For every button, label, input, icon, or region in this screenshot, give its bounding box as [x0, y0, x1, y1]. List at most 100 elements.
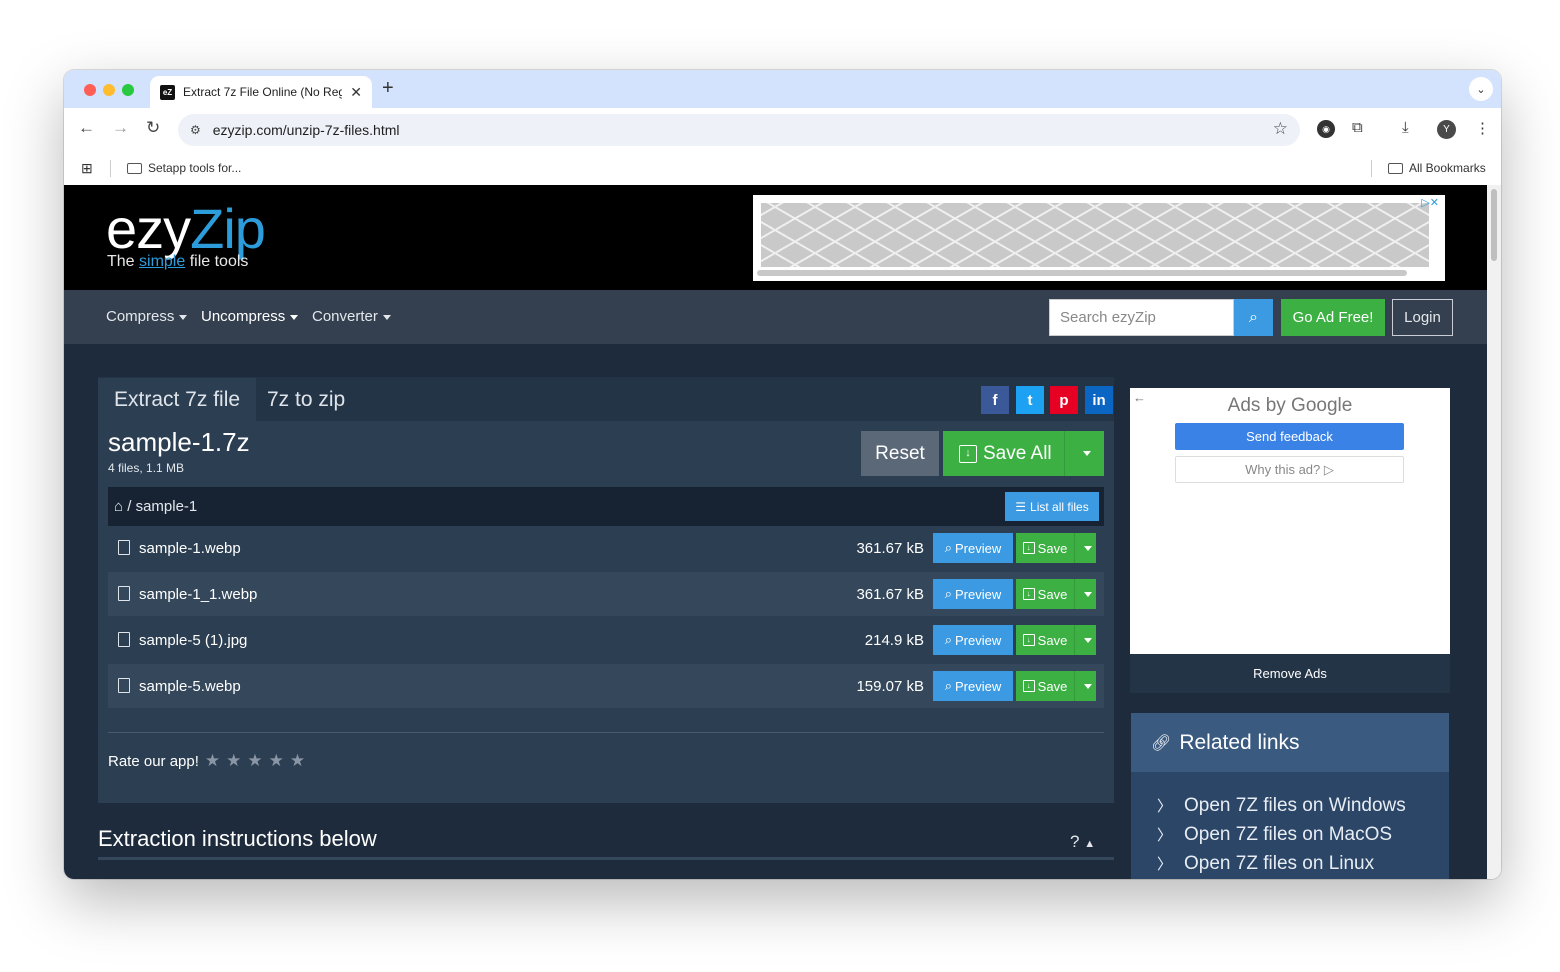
remove-ads-link[interactable]: Remove Ads [1130, 654, 1450, 693]
reload-icon[interactable]: ↻ [146, 118, 160, 138]
minimize-window-button[interactable] [103, 84, 115, 96]
address-bar[interactable]: ⚙ ezyzip.com/unzip-7z-files.html ☆ [178, 114, 1300, 146]
nav-converter[interactable]: Converter [312, 308, 391, 325]
extensions-puzzle-icon[interactable]: ⧉ [1352, 119, 1363, 136]
search-button[interactable]: ⌕ [1234, 299, 1273, 336]
file-name[interactable]: sample-5 (1).jpg [139, 632, 247, 649]
tab-close-icon[interactable]: ✕ [350, 84, 362, 101]
banner-ad-scrollbar[interactable] [757, 270, 1407, 276]
close-window-button[interactable] [84, 84, 96, 96]
star-icon[interactable]: ★ [269, 751, 284, 770]
save-dropdown[interactable] [1074, 671, 1096, 701]
save-button[interactable]: ↓ Save [1016, 671, 1096, 701]
tab-search-icon[interactable]: ⌄ [1469, 77, 1493, 101]
search-input[interactable]: Search ezyZip [1049, 299, 1234, 336]
file-name[interactable]: sample-1.webp [139, 540, 241, 557]
star-icon[interactable]: ★ [226, 751, 241, 770]
adchoices-close-icon[interactable]: ▷✕ [1421, 196, 1439, 209]
menu-kebab-icon[interactable]: ⋮ [1475, 119, 1490, 137]
related-link-item[interactable]: 〉 Open 7Z files on Windows [1157, 795, 1406, 817]
magnifier-icon: ⌕ [944, 632, 953, 647]
apps-grid-icon[interactable]: ⊞ [81, 160, 93, 177]
caret-down-icon [1084, 545, 1092, 551]
bookmark-label: Setapp tools for... [148, 161, 242, 175]
facebook-share-icon[interactable]: f [981, 386, 1009, 414]
bookmark-star-icon[interactable]: ☆ [1273, 119, 1288, 139]
banner-ad-image [761, 203, 1429, 267]
chevron-right-icon: 〉 [1157, 798, 1173, 815]
related-links-header: 🔗︎ Related links [1131, 713, 1449, 772]
home-icon[interactable]: ⌂ [114, 498, 123, 515]
list-all-files-button[interactable]: ☰ List all files [1005, 492, 1099, 521]
extension-icon[interactable]: ◉ [1317, 120, 1335, 138]
new-tab-button[interactable]: + [382, 77, 394, 100]
related-link-item[interactable]: 〉 Open 7Z files on Linux [1157, 853, 1374, 875]
scroll-thumb[interactable] [1491, 189, 1497, 261]
preview-button[interactable]: ⌕ Preview [933, 579, 1013, 609]
go-ad-free-button[interactable]: Go Ad Free! [1281, 299, 1385, 336]
save-dropdown[interactable] [1074, 533, 1096, 563]
save-icon: ↓ [1022, 588, 1035, 600]
bookmarks-bar: ⊞ Setapp tools for... All Bookmarks [64, 152, 1501, 185]
tab-7z-to-zip[interactable]: 7z to zip [251, 378, 361, 421]
section-divider [108, 732, 1104, 733]
file-icon [118, 632, 130, 647]
tab-title: Extract 7z File Online (No Reg [183, 85, 343, 99]
linkedin-share-icon[interactable]: in [1085, 386, 1113, 414]
download-icon[interactable]: ⤓ [1402, 119, 1409, 136]
preview-button[interactable]: ⌕ Preview [933, 625, 1013, 655]
star-icon[interactable]: ★ [205, 751, 220, 770]
bookmark-separator [110, 160, 111, 177]
tab-extract-7z[interactable]: Extract 7z file [98, 378, 257, 421]
star-icon[interactable]: ★ [247, 751, 262, 770]
caret-down-icon [1084, 591, 1092, 597]
magnifier-icon: ⌕ [944, 586, 953, 601]
login-button[interactable]: Login [1392, 299, 1453, 336]
chevron-right-icon: 〉 [1157, 856, 1173, 873]
browser-tab[interactable]: eZ Extract 7z File Online (No Reg ✕ [150, 76, 372, 108]
save-icon: ↓ [1022, 542, 1035, 554]
caret-down-icon [382, 314, 391, 320]
pinterest-share-icon[interactable]: p [1050, 386, 1078, 414]
save-button[interactable]: ↓ Save [1016, 533, 1096, 563]
site-settings-icon[interactable]: ⚙ [190, 123, 201, 137]
bookmark-setapp[interactable]: Setapp tools for... [127, 161, 241, 175]
banner-ad[interactable]: ▷✕ [753, 195, 1445, 281]
breadcrumb-folder[interactable]: / sample-1 [127, 498, 197, 515]
nav-compress[interactable]: Compress [106, 308, 188, 325]
maximize-window-button[interactable] [122, 84, 134, 96]
save-dropdown[interactable] [1074, 625, 1096, 655]
file-size: 159.07 kB [856, 678, 924, 695]
file-name[interactable]: sample-1_1.webp [139, 586, 257, 603]
preview-button[interactable]: ⌕ Preview [933, 671, 1013, 701]
save-button[interactable]: ↓ Save [1016, 579, 1096, 609]
page-scrollbar[interactable] [1487, 185, 1501, 879]
star-icon[interactable]: ★ [290, 751, 305, 770]
ezyzip-logo[interactable]: ezyZip [106, 197, 266, 261]
file-icon [118, 540, 130, 555]
link-icon: 🔗︎ [1151, 734, 1172, 752]
related-links-list: 〉 Open 7Z files on Windows 〉 Open 7Z files… [1131, 772, 1449, 879]
why-this-ad-button[interactable]: Why this ad? ▷ [1175, 456, 1404, 483]
save-all-button[interactable]: ↓ Save All [943, 431, 1104, 476]
twitter-share-icon[interactable]: t [1016, 386, 1044, 414]
forward-arrow-icon[interactable]: → [112, 118, 129, 138]
list-icon: ☰ [1015, 499, 1027, 514]
preview-label: Preview [955, 632, 1002, 648]
all-bookmarks[interactable]: All Bookmarks [1388, 161, 1486, 175]
save-button[interactable]: ↓ Save [1016, 625, 1096, 655]
preview-button[interactable]: ⌕ Preview [933, 533, 1013, 563]
browser-toolbar: ← → ↻ ⚙ ezyzip.com/unzip-7z-files.html ☆… [64, 108, 1501, 152]
send-feedback-button[interactable]: Send feedback [1175, 423, 1404, 450]
save-all-dropdown[interactable] [1064, 431, 1104, 476]
nav-uncompress-label: Uncompress [201, 308, 286, 325]
save-dropdown[interactable] [1074, 579, 1096, 609]
star-rating[interactable]: ★ ★ ★ ★ ★ [205, 751, 311, 771]
reset-button[interactable]: Reset [861, 431, 939, 476]
file-name[interactable]: sample-5.webp [139, 678, 241, 695]
related-link-item[interactable]: 〉 Open 7Z files on MacOS [1157, 824, 1392, 846]
instructions-toggle[interactable]: ? ▲ [1070, 832, 1095, 852]
profile-avatar[interactable]: Y [1437, 120, 1456, 139]
nav-uncompress[interactable]: Uncompress [201, 308, 299, 325]
back-arrow-icon[interactable]: ← [78, 118, 95, 138]
